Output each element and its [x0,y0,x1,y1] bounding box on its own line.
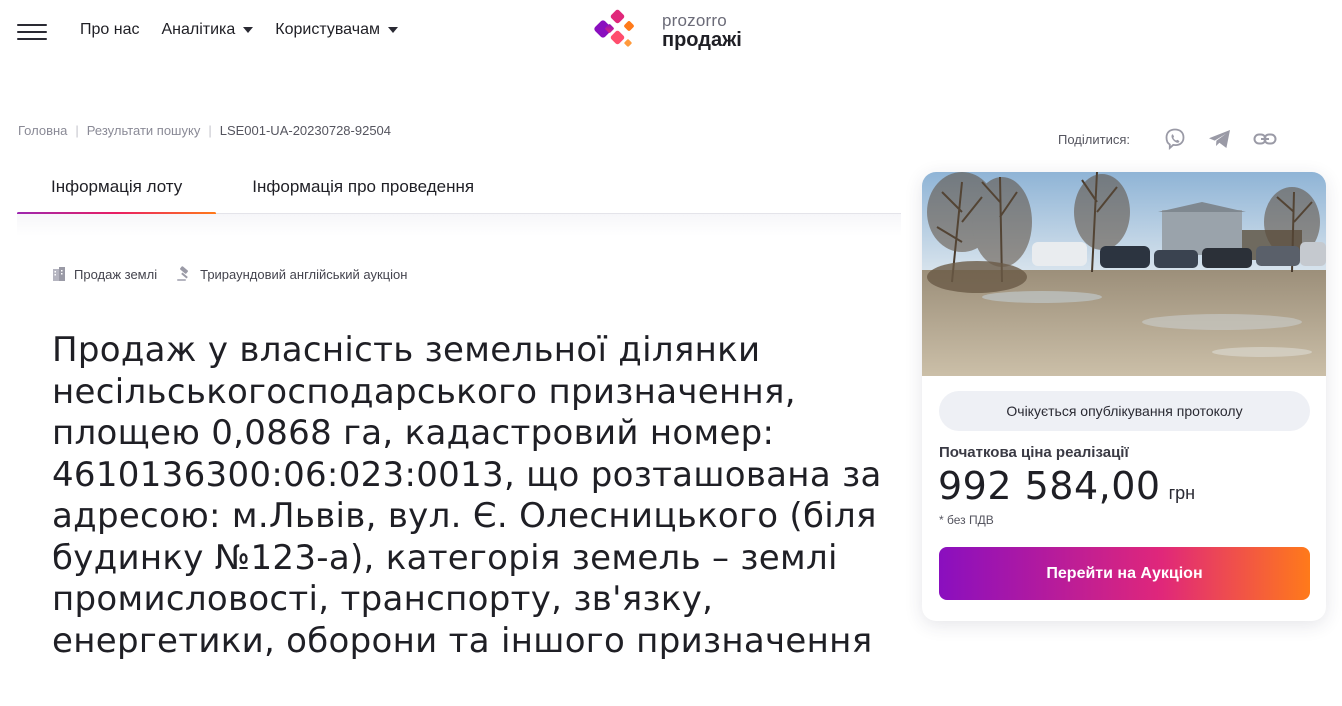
go-to-auction-button[interactable]: Перейти на Аукціон [939,547,1310,600]
tab-auction-info[interactable]: Інформація про проведення [216,160,508,214]
breadcrumb-current: LSE001-UA-20230728-92504 [219,123,392,138]
gavel-icon [177,266,189,281]
vat-note: * без ПДВ [939,513,994,527]
price-currency: грн [1168,483,1196,503]
tab-lot-info-label: Інформація лоту [51,177,183,196]
price: 992 584,00 грн [938,464,1195,508]
lot-title: Продаж у власність земельної ділянки нес… [52,330,882,661]
price-label: Початкова ціна реалізації [939,444,1129,461]
breadcrumb-search[interactable]: Результати пошуку [87,123,201,138]
nav-users[interactable]: Користувачам [275,21,398,39]
site-header: Про нас Аналітика Користувачам prozorro … [0,0,1342,64]
auction-card: Очікується опублікування протоколу Почат… [922,172,1326,621]
tag-auction-type: Трираундовий англійський аукціон [175,266,407,282]
breadcrumb-separator: | [208,123,212,138]
prozorro-logo-icon [594,9,634,47]
tag-auction-type-label: Трираундовий англійський аукціон [200,266,408,282]
main-nav: Про нас Аналітика Користувачам [80,21,398,39]
viber-icon[interactable] [1162,126,1188,152]
chevron-down-icon [387,27,398,33]
lot-tags: Продаж землі Трираундовий англійський ау… [51,266,425,282]
tag-land-sale: Продаж землі [51,266,157,282]
tab-auction-info-label: Інформація про проведення [252,177,475,196]
nav-about[interactable]: Про нас [80,21,139,39]
breadcrumb: Головна | Результати пошуку | LSE001-UA-… [18,123,391,138]
share-bar: Поділитися: [1058,126,1297,152]
content-divider-shade [17,214,901,236]
building-icon [53,267,65,281]
nav-about-label: Про нас [80,21,140,38]
chevron-down-icon [243,27,254,33]
price-value: 992 584,00 [938,464,1161,508]
telegram-icon[interactable] [1207,126,1233,152]
nav-analytics[interactable]: Аналітика [161,21,254,39]
lot-tabs: Інформація лоту Інформація про проведенн… [17,160,901,215]
breadcrumb-separator: | [75,123,79,138]
logo-line1: prozorro [662,11,727,30]
nav-analytics-label: Аналітика [161,21,236,38]
status-badge: Очікується опублікування протоколу [939,391,1310,431]
link-icon[interactable] [1252,126,1278,152]
menu-icon[interactable] [17,22,47,42]
breadcrumb-home[interactable]: Головна [18,123,67,138]
tag-land-sale-label: Продаж землі [74,266,158,282]
logo-line2: продажі [662,29,742,51]
lot-photo[interactable] [922,172,1326,376]
tab-lot-info[interactable]: Інформація лоту [17,160,217,215]
site-logo[interactable]: prozorro продажі [592,8,742,54]
share-label: Поділитися: [1058,131,1130,147]
nav-users-label: Користувачам [275,21,380,38]
